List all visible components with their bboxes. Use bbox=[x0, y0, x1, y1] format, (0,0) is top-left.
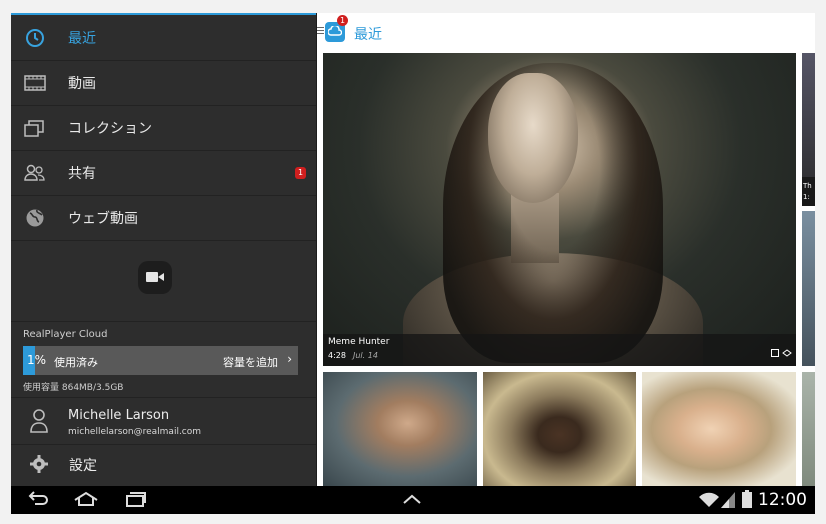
user-name: Michelle Larson bbox=[68, 408, 170, 423]
nav-item-web-videos[interactable]: ウェブ動画 bbox=[11, 195, 316, 241]
storage-used-label: 使用済み bbox=[54, 356, 98, 369]
nav-item-videos[interactable]: 動画 bbox=[11, 60, 316, 106]
video-caption: Meme Hunter 4:28 Jul. 14 bbox=[323, 334, 796, 366]
status-clock: 12:00 bbox=[758, 490, 807, 510]
video-tile-partial[interactable] bbox=[802, 372, 815, 486]
video-camera-icon bbox=[146, 268, 164, 287]
video-date: Jul. 14 bbox=[353, 351, 378, 360]
video-grid: Meme Hunter 4:28 Jul. 14 Th 1: bbox=[317, 53, 815, 486]
gear-icon bbox=[29, 454, 49, 478]
nav-item-label: ウェブ動画 bbox=[68, 210, 138, 227]
add-storage-link[interactable]: 容量を追加 bbox=[223, 354, 278, 370]
tablet-screen: 最近 動画 コレクション 共有 1 ウェブ動画 RealPlayer Cloud… bbox=[11, 13, 815, 514]
chevron-right-icon: › bbox=[287, 352, 292, 366]
app-bar: 1 最近 bbox=[317, 13, 815, 54]
content-area: 1 最近 Meme Hunter 4:28 Jul. 14 Th 1: bbox=[317, 13, 815, 486]
nav-item-recent[interactable]: 最近 bbox=[11, 15, 316, 61]
settings-label: 設定 bbox=[69, 458, 97, 474]
nav-item-label: 動画 bbox=[68, 75, 96, 92]
nav-item-label: 共有 bbox=[68, 165, 96, 182]
video-tile[interactable] bbox=[642, 372, 796, 486]
video-tile[interactable] bbox=[323, 372, 477, 486]
back-icon[interactable] bbox=[27, 491, 49, 511]
video-tile[interactable] bbox=[483, 372, 636, 486]
storage-bar[interactable]: 1% 使用済み 容量を追加 › bbox=[23, 346, 298, 375]
video-title: Meme Hunter bbox=[328, 337, 390, 347]
nav-item-collection[interactable]: コレクション bbox=[11, 105, 316, 151]
clock-icon bbox=[24, 27, 46, 49]
thumbnail-image-part bbox=[488, 73, 578, 203]
user-account-row[interactable]: Michelle Larson michellelarson@realmail.… bbox=[11, 397, 316, 445]
home-icon[interactable] bbox=[73, 491, 99, 511]
video-tile-featured[interactable]: Meme Hunter 4:28 Jul. 14 bbox=[323, 53, 796, 366]
video-caption-partial: Th 1: bbox=[802, 177, 815, 206]
notification-badge: 1 bbox=[337, 15, 348, 26]
user-email: michellelarson@realmail.com bbox=[68, 427, 202, 437]
collection-icon bbox=[24, 117, 46, 139]
cloud-share-icon[interactable] bbox=[782, 349, 792, 357]
record-video-button[interactable] bbox=[138, 261, 172, 294]
globe-icon bbox=[24, 207, 46, 229]
settings-item[interactable]: 設定 bbox=[11, 444, 316, 486]
navigation-drawer: 最近 動画 コレクション 共有 1 ウェブ動画 RealPlayer Cloud… bbox=[11, 13, 317, 486]
shared-count-badge: 1 bbox=[295, 167, 306, 179]
system-nav-bar: 12:00 bbox=[11, 486, 815, 514]
share-people-icon bbox=[24, 162, 46, 184]
storage-capacity: 使用容量 864MB/3.5GB bbox=[23, 383, 124, 393]
nav-item-shared[interactable]: 共有 1 bbox=[11, 150, 316, 196]
battery-icon bbox=[742, 490, 752, 512]
film-icon bbox=[24, 72, 46, 94]
page-title: 最近 bbox=[354, 27, 382, 43]
wifi-icon bbox=[699, 492, 719, 512]
cloud-title: RealPlayer Cloud bbox=[23, 329, 108, 340]
video-actions bbox=[771, 349, 792, 357]
nav-item-label: 最近 bbox=[68, 30, 96, 47]
chevron-up-icon[interactable] bbox=[402, 491, 422, 510]
signal-icon bbox=[721, 492, 735, 512]
video-tile-partial[interactable] bbox=[802, 211, 815, 366]
storage-percent: 1% bbox=[27, 353, 47, 367]
person-icon bbox=[29, 408, 49, 438]
menu-icon[interactable] bbox=[317, 27, 324, 36]
device-icon[interactable] bbox=[771, 349, 779, 357]
recent-apps-icon[interactable] bbox=[125, 491, 147, 511]
nav-item-label: コレクション bbox=[68, 120, 152, 137]
camera-section bbox=[11, 241, 316, 322]
video-duration: 4:28 bbox=[328, 351, 346, 360]
